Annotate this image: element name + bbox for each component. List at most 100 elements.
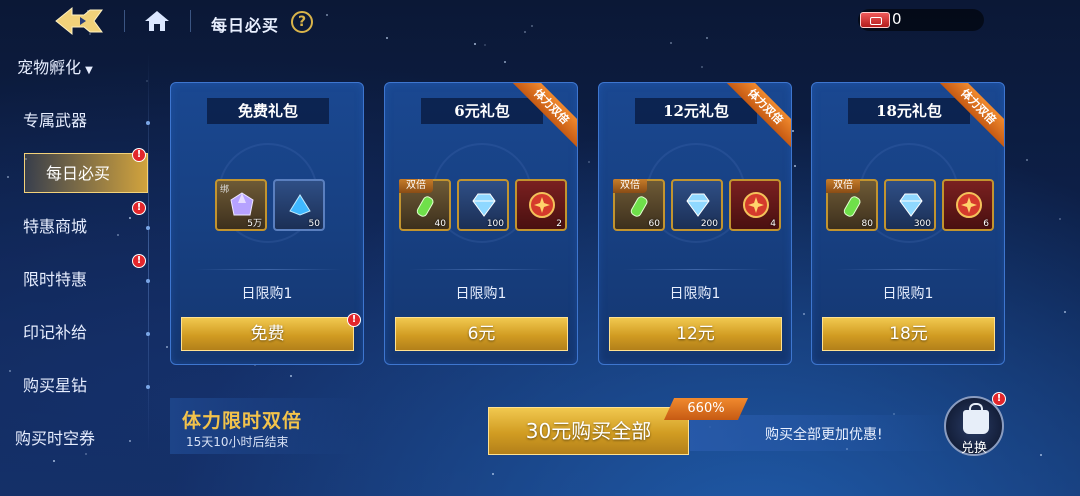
sidebar-item-buy-timeticket[interactable]: 购买时空券 bbox=[0, 419, 150, 459]
sidebar-item-exclusive-weapon[interactable]: 专属武器 bbox=[0, 101, 150, 141]
buy-button-18[interactable]: 18元 bbox=[822, 317, 995, 351]
card-title: 12元礼包 bbox=[635, 98, 757, 124]
promo-title: 体力限时双倍 bbox=[182, 410, 303, 432]
divider bbox=[409, 269, 555, 270]
red-medal-item[interactable]: 4 bbox=[729, 179, 781, 231]
diamond-item[interactable]: 200 bbox=[671, 179, 723, 231]
sidebar-dot bbox=[146, 332, 150, 336]
sidebar-item-mark-supply[interactable]: 印记补给 bbox=[0, 313, 150, 353]
star bbox=[1026, 159, 1028, 161]
star bbox=[588, 161, 590, 163]
purchase-limit-text: 日限购1 bbox=[882, 286, 934, 302]
item-quantity: 100 bbox=[486, 219, 504, 229]
item-quantity: 5万 bbox=[247, 219, 262, 229]
currency-value: 0 bbox=[892, 10, 902, 28]
sidebar-item-label: 特惠商城 bbox=[22, 217, 87, 236]
item-quantity: 4 bbox=[770, 219, 776, 229]
diamond-icon bbox=[472, 193, 496, 217]
sidebar-item-buy-stardiamond[interactable]: 购买星钻 bbox=[0, 366, 150, 406]
item-quantity: 200 bbox=[700, 219, 718, 229]
promo-countdown: 15天10小时后结束 bbox=[186, 435, 289, 449]
green-potion-icon bbox=[416, 196, 434, 217]
buy-button-6[interactable]: 6元 bbox=[395, 317, 568, 351]
star bbox=[792, 130, 794, 132]
star bbox=[1040, 454, 1042, 456]
buy-all-button[interactable]: 30元购买全部 bbox=[488, 407, 689, 455]
sidebar-dot bbox=[146, 226, 150, 230]
green-potion-item[interactable]: 双倍 80 bbox=[826, 179, 878, 231]
currency-display: 0 bbox=[858, 9, 984, 31]
sidebar-item-label: 每日必买 bbox=[45, 164, 110, 183]
red-medal-icon bbox=[743, 192, 769, 218]
separator bbox=[190, 10, 191, 32]
top-bar: 每日必买 ? 0 bbox=[0, 0, 1080, 44]
sidebar-item-label: 宠物孵化 bbox=[17, 58, 82, 77]
card-title: 6元礼包 bbox=[421, 98, 543, 124]
sidebar-item-label: 专属武器 bbox=[22, 111, 87, 130]
star bbox=[166, 346, 168, 348]
buy-all-hint: 购买全部更加优惠! bbox=[765, 427, 883, 443]
star bbox=[701, 66, 703, 68]
red-medal-icon bbox=[956, 192, 982, 218]
gift-card-free: 免费礼包 绑 5万 50 日限购1 免费 bbox=[170, 82, 364, 365]
divider bbox=[195, 269, 341, 270]
alert-badge-icon: ! bbox=[347, 313, 361, 327]
blue-shard-icon bbox=[289, 194, 311, 216]
card-items: 双倍 60 200 4 bbox=[613, 179, 781, 231]
alert-badge-icon: ! bbox=[132, 201, 146, 215]
sidebar-item-special-shop[interactable]: 特惠商城 bbox=[0, 207, 150, 247]
sidebar-item-limited-offer[interactable]: 限时特惠 bbox=[0, 260, 150, 300]
sidebar: 宠物孵化 ▼ 专属武器 每日必买 ! 特惠商城 ! 限时特惠 ! 印记补给 购买星… bbox=[0, 44, 160, 496]
purple-crystal-item[interactable]: 绑 5万 bbox=[215, 179, 267, 231]
ticket-icon bbox=[860, 12, 890, 28]
item-quantity: 60 bbox=[648, 219, 660, 229]
star bbox=[484, 44, 486, 46]
shopping-bag-icon bbox=[963, 403, 989, 434]
divider bbox=[836, 269, 982, 270]
double-stamina-promo: 体力限时双倍 15天10小时后结束 bbox=[170, 398, 360, 454]
diamond-item[interactable]: 100 bbox=[457, 179, 509, 231]
star bbox=[794, 165, 796, 167]
star bbox=[492, 473, 494, 475]
item-quantity: 50 bbox=[308, 219, 320, 229]
blue-shard-item[interactable]: 50 bbox=[273, 179, 325, 231]
sidebar-item-label: 购买时空券 bbox=[14, 429, 95, 448]
card-title: 18元礼包 bbox=[848, 98, 970, 124]
red-medal-item[interactable]: 2 bbox=[515, 179, 567, 231]
discount-tag: 660% bbox=[664, 398, 748, 420]
home-icon[interactable] bbox=[143, 9, 171, 33]
sidebar-item-pet-hatch[interactable]: 宠物孵化 ▼ bbox=[0, 48, 150, 88]
item-quantity: 40 bbox=[434, 219, 446, 229]
diamond-item[interactable]: 300 bbox=[884, 179, 936, 231]
item-quantity: 2 bbox=[556, 219, 562, 229]
alert-badge-icon: ! bbox=[992, 392, 1006, 406]
buy-button-free[interactable]: 免费 bbox=[181, 317, 354, 351]
item-quantity: 300 bbox=[913, 219, 931, 229]
exchange-label: 兑换 bbox=[960, 441, 987, 456]
help-icon[interactable]: ? bbox=[291, 11, 313, 33]
green-potion-item[interactable]: 双倍 40 bbox=[399, 179, 451, 231]
sidebar-item-label: 印记补给 bbox=[22, 323, 87, 342]
purchase-limit-text: 日限购1 bbox=[669, 286, 721, 302]
separator bbox=[124, 10, 125, 32]
card-items: 双倍 80 300 6 bbox=[826, 179, 994, 231]
sidebar-dot bbox=[146, 385, 150, 389]
sidebar-dot bbox=[146, 279, 150, 283]
buy-button-12[interactable]: 12元 bbox=[609, 317, 782, 351]
card-title: 免费礼包 bbox=[207, 98, 329, 124]
item-quantity: 6 bbox=[983, 219, 989, 229]
red-medal-icon bbox=[529, 192, 555, 218]
alert-badge-icon: ! bbox=[132, 148, 146, 162]
green-potion-item[interactable]: 双倍 60 bbox=[613, 179, 665, 231]
gift-card-18: 18元礼包 体力双倍 双倍 80 300 6 日限购1 18元 bbox=[811, 82, 1005, 365]
red-medal-item[interactable]: 6 bbox=[942, 179, 994, 231]
star bbox=[290, 375, 292, 377]
gift-card-6: 6元礼包 体力双倍 双倍 40 100 2 日限购1 6元 bbox=[384, 82, 578, 365]
purchase-limit-text: 日限购1 bbox=[455, 286, 507, 302]
green-potion-icon bbox=[630, 196, 648, 217]
page-title: 每日必买 bbox=[211, 16, 280, 35]
back-icon[interactable] bbox=[50, 4, 108, 38]
sidebar-item-daily-buy[interactable]: 每日必买 bbox=[24, 153, 148, 193]
alert-badge-icon: ! bbox=[132, 254, 146, 268]
star bbox=[1064, 311, 1066, 313]
